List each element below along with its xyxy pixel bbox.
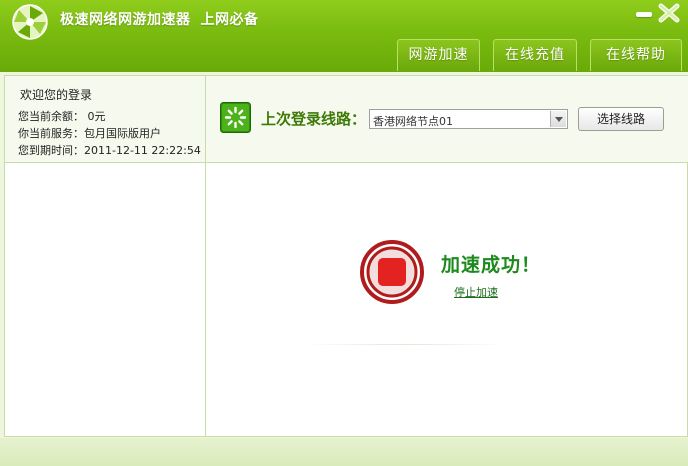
close-button[interactable]: [658, 3, 680, 23]
select-route-button[interactable]: 选择线路: [578, 107, 664, 131]
divider: [305, 344, 505, 345]
last-route-label: 上次登录线路：: [261, 110, 367, 128]
status-bar: [0, 438, 688, 466]
stop-boost-link[interactable]: 停止加速: [454, 284, 498, 300]
welcome-text: 欢迎您的登录: [20, 88, 93, 102]
boost-success-message: 加速成功！: [441, 254, 542, 276]
expire-time-text: 您到期时间：2011-12-11 22:22:54: [18, 144, 201, 157]
main-area: 欢迎您的登录 您当前余额： 0元 你当前服务：包月国际版用户 您到期时间：201…: [0, 72, 688, 466]
service-text: 你当前服务：包月国际版用户: [18, 127, 161, 140]
nav-help-button[interactable]: 在线帮助: [590, 39, 682, 71]
title-bar: 极速网络网游加速器 上网必备 网游加速 在线充值 在线帮助: [0, 0, 688, 72]
app-title: 极速网络网游加速器 上网必备: [60, 9, 259, 29]
content-frame: 欢迎您的登录 您当前余额： 0元 你当前服务：包月国际版用户 您到期时间：201…: [4, 75, 688, 437]
panel-divider: [205, 76, 206, 436]
route-select[interactable]: 香港网络节点01: [369, 109, 568, 129]
route-icon: [220, 102, 251, 133]
app-slogan: 上网必备: [200, 12, 259, 28]
chevron-down-icon[interactable]: [550, 111, 566, 127]
app-name: 极速网络网游加速器: [60, 12, 191, 28]
nav-game-boost-button[interactable]: 网游加速: [397, 39, 480, 71]
app-logo-icon: [12, 4, 48, 40]
stop-icon[interactable]: [360, 240, 424, 304]
minimize-button[interactable]: [633, 7, 655, 21]
nav-recharge-button[interactable]: 在线充值: [493, 39, 577, 71]
balance-text: 您当前余额： 0元: [18, 110, 106, 123]
close-icon: [658, 3, 680, 23]
route-select-value: 香港网络节点01: [373, 115, 453, 128]
info-panel: 欢迎您的登录 您当前余额： 0元 你当前服务：包月国际版用户 您到期时间：201…: [5, 76, 688, 163]
